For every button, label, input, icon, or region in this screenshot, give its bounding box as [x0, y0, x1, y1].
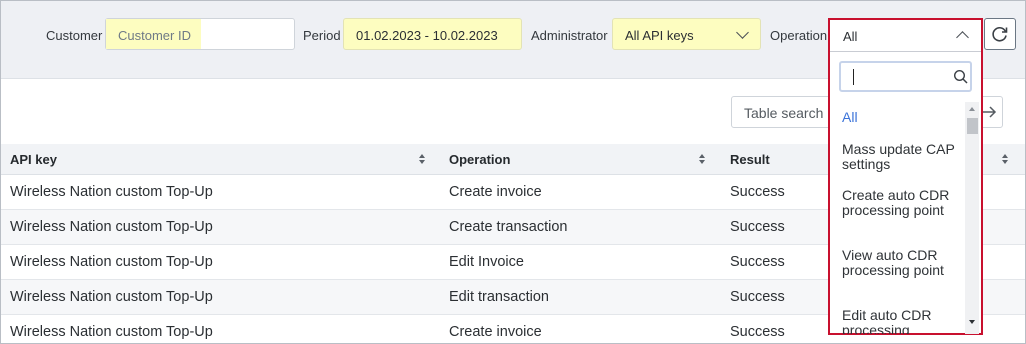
result-cell: Success	[730, 254, 785, 270]
refresh-icon	[992, 27, 1008, 42]
operation-cell: Create transaction	[449, 219, 568, 235]
chevron-down-icon	[736, 26, 749, 39]
result-cell: Success	[730, 184, 785, 200]
dropdown-option-all[interactable]: All	[842, 110, 960, 125]
search-icon	[953, 69, 968, 84]
administrator-label: Administrator	[531, 28, 608, 43]
scrollbar-thumb[interactable]	[967, 118, 978, 134]
operation-selected-value: All	[843, 29, 858, 44]
result-cell: Success	[730, 289, 785, 305]
column-header-api-key[interactable]: API key	[10, 152, 57, 167]
scroll-up-arrow-icon[interactable]	[969, 107, 975, 111]
api-key-cell: Wireless Nation custom Top-Up	[10, 184, 213, 200]
period-value: 01.02.2023 - 10.02.2023	[356, 28, 498, 43]
api-key-cell: Wireless Nation custom Top-Up	[10, 254, 213, 270]
column-header-operation[interactable]: Operation	[449, 152, 510, 167]
dropdown-option[interactable]: Edit auto CDR processing	[842, 308, 960, 334]
api-key-cell: Wireless Nation custom Top-Up	[10, 324, 213, 340]
chevron-up-icon	[956, 31, 969, 44]
sort-icon[interactable]	[418, 153, 426, 165]
administrator-select[interactable]: All API keys	[612, 18, 761, 50]
result-cell: Success	[730, 324, 785, 340]
operation-cell: Edit transaction	[449, 289, 549, 305]
operation-select-dropdown[interactable]: All All Mass update CAP settings Create …	[828, 18, 983, 335]
customer-id-input[interactable]: Customer ID	[105, 18, 295, 50]
api-key-cell: Wireless Nation custom Top-Up	[10, 219, 213, 235]
dropdown-options-list: All Mass update CAP settings Create auto…	[830, 102, 965, 334]
period-label: Period	[303, 28, 341, 43]
operation-cell: Edit Invoice	[449, 254, 524, 270]
scroll-down-arrow-icon[interactable]	[969, 320, 975, 324]
dropdown-search-input[interactable]	[839, 61, 972, 92]
period-date-range-input[interactable]: 01.02.2023 - 10.02.2023	[343, 18, 522, 50]
result-cell: Success	[730, 219, 785, 235]
dropdown-scrollbar[interactable]	[965, 102, 979, 334]
customer-label: Customer	[46, 28, 103, 43]
sort-icon[interactable]	[1001, 153, 1009, 165]
dropdown-option[interactable]: Mass update CAP settings	[842, 142, 960, 171]
api-key-cell: Wireless Nation custom Top-Up	[10, 289, 213, 305]
refresh-button[interactable]	[984, 18, 1016, 50]
column-header-result[interactable]: Result	[730, 152, 770, 167]
customer-id-placeholder: Customer ID	[118, 28, 191, 43]
table-search-placeholder: Table search	[744, 105, 824, 121]
api-logs-panel: Customer Customer ID Period 01.02.2023 -…	[0, 0, 1026, 344]
administrator-value: All API keys	[625, 28, 694, 43]
operation-cell: Create invoice	[449, 184, 542, 200]
dropdown-option[interactable]: View auto CDR processing point	[842, 248, 960, 277]
sort-icon[interactable]	[698, 153, 706, 165]
operation-select[interactable]: All	[830, 20, 981, 52]
dropdown-option[interactable]: Create auto CDR processing point	[842, 188, 960, 217]
operation-cell: Create invoice	[449, 324, 542, 340]
text-caret	[853, 69, 854, 85]
operation-label: Operation	[770, 28, 828, 43]
